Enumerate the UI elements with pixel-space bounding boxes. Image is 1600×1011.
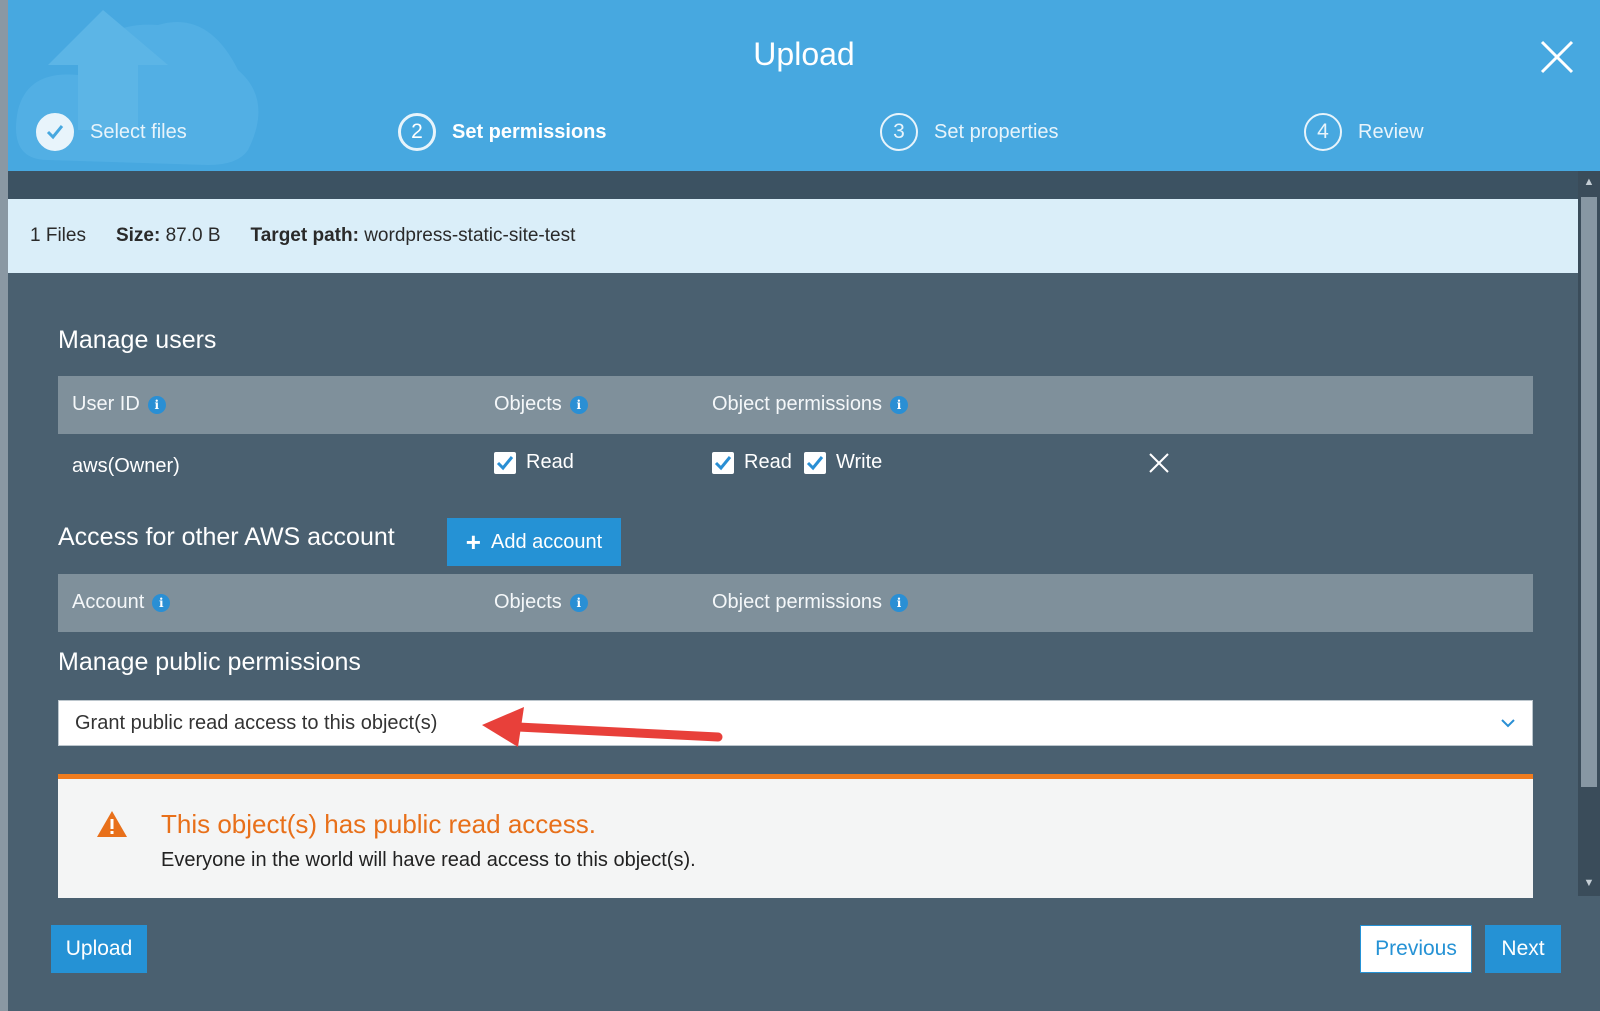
chevron-down-icon: [1501, 719, 1515, 728]
step-number: 4: [1304, 113, 1342, 151]
objects-read-checkbox[interactable]: Read: [494, 451, 574, 474]
checkbox-label: Read: [526, 451, 574, 473]
plus-icon: +: [465, 527, 481, 557]
col-account: Account i: [72, 591, 171, 614]
manage-users-title: Manage users: [58, 326, 217, 354]
header-divider: [8, 171, 1586, 199]
info-icon[interactable]: i: [569, 593, 588, 612]
checkbox-checked-icon[interactable]: [712, 451, 734, 474]
info-icon[interactable]: i: [147, 395, 166, 414]
button-label: Add account: [490, 530, 603, 553]
info-icon[interactable]: i: [569, 395, 588, 414]
public-permissions-select[interactable]: Grant public read access to this object(…: [58, 700, 1533, 746]
target-path-value: wordpress-static-site-test: [364, 225, 576, 246]
scrollbar-thumb[interactable]: [1581, 197, 1597, 787]
upload-summary-bar: 1 Files Size: 87.0 B Target path: wordpr…: [8, 199, 1586, 273]
step-label: Select files: [90, 120, 187, 143]
dialog-header: Upload Select files 2 Set permissions 3 …: [8, 0, 1600, 171]
step-number: 2: [398, 113, 436, 151]
step-review[interactable]: 4 Review: [1304, 112, 1424, 152]
checkbox-checked-icon[interactable]: [804, 451, 826, 474]
upload-dialog: Upload Select files 2 Set permissions 3 …: [8, 0, 1600, 1011]
col-object-permissions: Object permissions i: [712, 393, 909, 416]
target-path: Target path: wordpress-static-site-test: [251, 225, 576, 247]
col-label: Account: [72, 591, 145, 613]
info-icon[interactable]: i: [152, 593, 171, 612]
checkbox-label: Read: [744, 451, 792, 473]
step-label: Review: [1358, 120, 1424, 143]
background-window-edge: [0, 0, 8, 1011]
previous-button[interactable]: Previous: [1360, 925, 1472, 973]
step-number: 3: [880, 113, 918, 151]
col-object-permissions: Object permissions i: [712, 591, 909, 614]
file-size: Size: 87.0 B: [116, 225, 221, 247]
close-icon[interactable]: [1538, 38, 1578, 78]
file-count: 1 Files: [30, 225, 86, 246]
accounts-table-header: Account i Objects i Object permissions i: [58, 574, 1533, 632]
info-icon[interactable]: i: [890, 593, 909, 612]
step-label: Set properties: [934, 120, 1059, 143]
checkbox-checked-icon[interactable]: [494, 451, 516, 474]
col-label: Objects: [494, 393, 562, 415]
remove-user-icon[interactable]: [1148, 452, 1170, 474]
checkbox-label: Write: [836, 451, 883, 473]
col-label: Objects: [494, 591, 562, 613]
select-value: Grant public read access to this object(…: [75, 711, 438, 734]
scroll-down-icon[interactable]: ▼: [1581, 874, 1597, 892]
target-path-label: Target path:: [250, 225, 359, 246]
checkmark-circle-icon: [36, 113, 74, 151]
warning-message: Everyone in the world will have read acc…: [161, 849, 696, 871]
col-label: User ID: [72, 393, 140, 415]
dialog-title: Upload: [753, 36, 855, 72]
size-value: 87.0 B: [165, 225, 221, 246]
step-select-files[interactable]: Select files: [36, 112, 187, 152]
col-objects: Objects i: [494, 393, 588, 416]
perm-read-checkbox[interactable]: Read: [712, 451, 792, 474]
step-label: Set permissions: [452, 120, 607, 143]
warning-title: This object(s) has public read access.: [161, 809, 596, 839]
col-label: Object permissions: [712, 591, 883, 613]
scroll-up-icon[interactable]: ▲: [1581, 173, 1597, 191]
warning-icon: [97, 811, 127, 837]
add-account-button[interactable]: + Add account: [447, 518, 621, 566]
col-label: Object permissions: [712, 393, 883, 415]
size-label: Size:: [115, 225, 161, 246]
upload-button[interactable]: Upload: [51, 925, 147, 973]
col-user-id: User ID i: [72, 393, 166, 416]
public-access-warning: This object(s) has public read access. E…: [58, 774, 1533, 898]
red-arrow-annotation: [482, 707, 723, 747]
perm-write-checkbox[interactable]: Write: [804, 451, 882, 474]
col-objects: Objects i: [494, 591, 588, 614]
next-button[interactable]: Next: [1485, 925, 1561, 973]
info-icon[interactable]: i: [890, 395, 909, 414]
step-set-permissions[interactable]: 2 Set permissions: [398, 112, 607, 152]
user-id-cell: aws(Owner): [72, 455, 180, 477]
other-account-title: Access for other AWS account: [58, 523, 395, 551]
step-set-properties[interactable]: 3 Set properties: [880, 112, 1059, 152]
public-permissions-title: Manage public permissions: [58, 648, 361, 676]
users-table-header: User ID i Objects i Object permissions i: [58, 376, 1533, 434]
